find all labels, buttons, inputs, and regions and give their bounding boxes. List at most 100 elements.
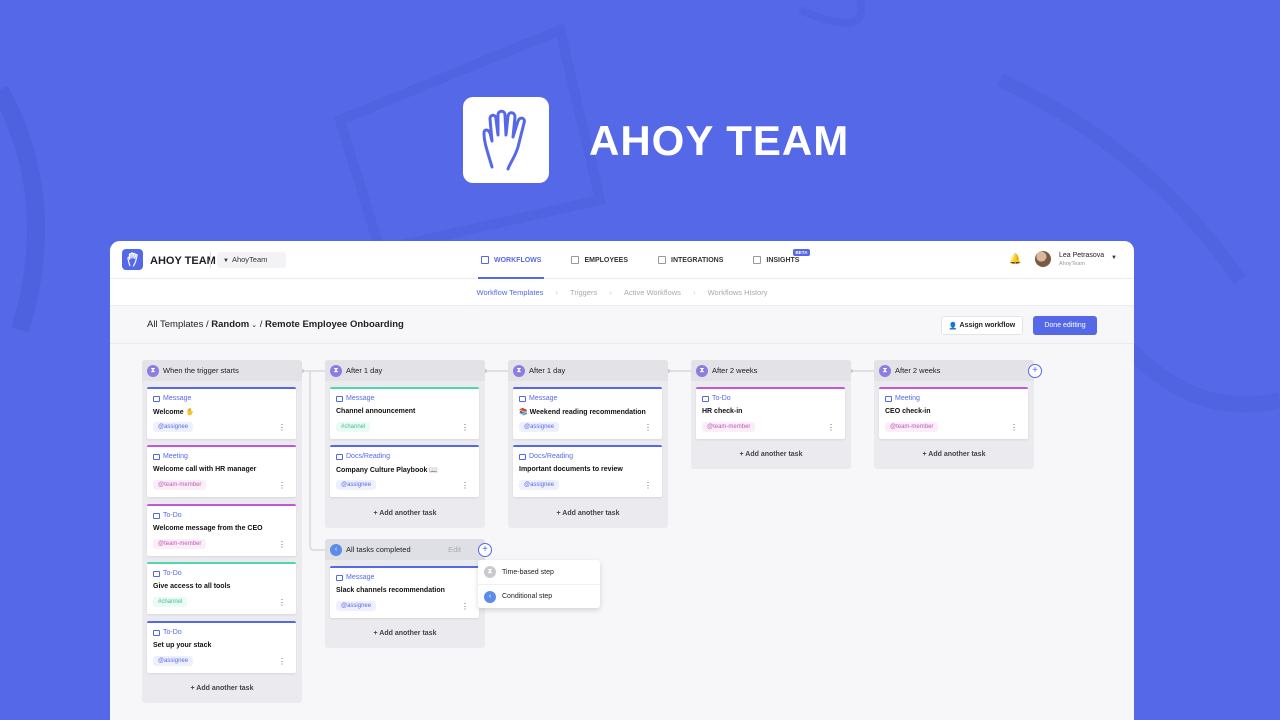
add-task-button[interactable]: + Add another task: [508, 510, 668, 517]
more-icon[interactable]: ⋮: [278, 599, 286, 607]
hourglass-icon: ⧗: [147, 364, 159, 377]
task-type-label: Message: [346, 574, 375, 581]
subnav-triggers[interactable]: Triggers: [570, 288, 597, 297]
menu-item-label: Time-based step: [502, 568, 554, 576]
assignee-tag: @assignee: [519, 480, 560, 490]
task-card[interactable]: Message 📚 Weekend reading recommendation…: [513, 387, 662, 439]
crumb-root[interactable]: All Templates: [147, 319, 203, 330]
add-task-button[interactable]: + Add another task: [325, 630, 485, 637]
task-card[interactable]: To-Do Give access to all tools #channel …: [147, 562, 296, 614]
menu-item-conditional-step[interactable]: ‹ Conditional step: [478, 584, 600, 608]
task-type-label: Message: [529, 395, 558, 402]
task-title: Important documents to review: [519, 466, 623, 473]
task-card[interactable]: Docs/Reading Company Culture Playbook 📖 …: [330, 445, 479, 497]
task-card[interactable]: To-Do HR check-in @team-member ⋮: [696, 387, 845, 439]
crumb-folder[interactable]: Random: [211, 319, 249, 330]
subnav-workflows-history[interactable]: Workflows History: [708, 288, 768, 297]
task-card[interactable]: Docs/Reading Important documents to revi…: [513, 445, 662, 497]
task-title: Slack channels recommendation: [336, 587, 445, 594]
more-icon[interactable]: ⋮: [461, 603, 469, 611]
assign-workflow-button[interactable]: 👤 Assign workflow: [941, 316, 1023, 335]
add-step-button[interactable]: +: [1028, 364, 1042, 378]
hand-logo-icon: [482, 109, 526, 171]
more-icon[interactable]: ⋮: [278, 541, 286, 549]
nav-label: INSIGHTS: [766, 256, 800, 264]
todo-icon: [153, 570, 160, 577]
hero-logo: [463, 97, 549, 183]
nav-integrations[interactable]: INTEGRATIONS: [643, 241, 738, 279]
sub-nav: Workflow Templates › Triggers › Active W…: [110, 279, 1134, 306]
assignee-tag: @assignee: [153, 656, 194, 666]
more-icon[interactable]: ⋮: [644, 424, 652, 432]
condition-icon: ‹: [484, 590, 496, 603]
more-icon[interactable]: ⋮: [461, 424, 469, 432]
task-type-label: To-Do: [163, 512, 182, 519]
task-card[interactable]: Meeting Welcome call with HR manager @te…: [147, 445, 296, 497]
assignee-tag: @team-member: [702, 422, 756, 432]
avatar[interactable]: [1035, 251, 1051, 267]
task-card[interactable]: To-Do Welcome message from the CEO @team…: [147, 504, 296, 556]
more-icon[interactable]: ⋮: [644, 482, 652, 490]
nav-employees[interactable]: EMPLOYEES: [556, 241, 643, 279]
edit-link[interactable]: Edit: [448, 545, 461, 554]
more-icon[interactable]: ⋮: [827, 424, 835, 432]
task-type: Message: [153, 395, 191, 402]
task-card[interactable]: Message Welcome ✋ @assignee ⋮: [147, 387, 296, 439]
add-task-button[interactable]: + Add another task: [142, 685, 302, 692]
task-title: Company Culture Playbook 📖: [336, 467, 439, 474]
task-type: Meeting: [153, 453, 188, 460]
nav-label: INTEGRATIONS: [671, 256, 724, 264]
task-card[interactable]: Message Slack channels recommendation @a…: [330, 566, 479, 618]
add-step-button[interactable]: +: [478, 543, 492, 557]
add-task-button[interactable]: + Add another task: [325, 510, 485, 517]
message-icon: [336, 574, 343, 581]
divider: [210, 252, 211, 268]
done-editing-button[interactable]: Done editting: [1033, 316, 1097, 335]
task-type: Docs/Reading: [336, 453, 390, 460]
subnav-workflow-templates[interactable]: Workflow Templates: [477, 288, 544, 297]
nav-label: WORKFLOWS: [494, 256, 542, 264]
task-card[interactable]: To-Do Set up your stack @assignee ⋮: [147, 621, 296, 673]
nav-insights[interactable]: INSIGHTS BETA: [738, 241, 814, 279]
task-card[interactable]: Message Channel announcement #channel ⋮: [330, 387, 479, 439]
task-type-label: Meeting: [163, 453, 188, 460]
app-logo-icon[interactable]: [122, 249, 143, 270]
task-card[interactable]: Meeting CEO check-in @team-member ⋮: [879, 387, 1028, 439]
more-icon[interactable]: ⋮: [278, 482, 286, 490]
add-task-button[interactable]: + Add another task: [874, 451, 1034, 458]
user-org: AhoyTeam: [1059, 261, 1085, 267]
more-icon[interactable]: ⋮: [278, 658, 286, 666]
task-title: Welcome ✋: [153, 409, 195, 416]
condition-icon: ‹: [330, 543, 342, 556]
team-select[interactable]: ▼ AhoyTeam: [217, 252, 286, 268]
top-bar: AHOY TEAM ▼ AhoyTeam WORKFLOWS EMPLOYEES …: [110, 241, 1134, 279]
column-title: After 2 weeks: [895, 366, 941, 375]
workflow-icon: [481, 256, 489, 264]
column-title: When the trigger starts: [163, 366, 239, 375]
hourglass-icon: ⧗: [484, 566, 496, 578]
task-type: To-Do: [153, 512, 182, 519]
more-icon[interactable]: ⋮: [1010, 424, 1018, 432]
menu-item-time-based-step[interactable]: ⧗ Time-based step: [478, 560, 600, 584]
column-title: All tasks completed: [346, 545, 411, 554]
subnav-active-workflows[interactable]: Active Workflows: [624, 288, 681, 297]
task-type-label: Meeting: [895, 395, 920, 402]
user-menu-chevron-icon[interactable]: ▼: [1111, 255, 1117, 261]
assignee-tag: #channel: [153, 597, 188, 607]
column-header: ⧗ After 1 day: [325, 360, 485, 381]
add-task-button[interactable]: + Add another task: [691, 451, 851, 458]
more-icon[interactable]: ⋮: [461, 482, 469, 490]
task-title: CEO check-in: [885, 408, 931, 415]
assignee-tag: @team-member: [153, 480, 207, 490]
todo-icon: [702, 395, 709, 402]
column-header: ⧗ After 1 day: [508, 360, 668, 381]
task-type-label: Docs/Reading: [529, 453, 573, 460]
main-nav: WORKFLOWS EMPLOYEES INTEGRATIONS INSIGHT…: [466, 241, 814, 279]
bell-icon[interactable]: 🔔: [1009, 254, 1021, 265]
menu-item-label: Conditional step: [502, 593, 553, 600]
chevron-down-icon[interactable]: ⌄: [249, 322, 257, 329]
insights-icon: [753, 256, 762, 264]
more-icon[interactable]: ⋮: [278, 424, 286, 432]
workflow-column: ⧗ After 2 weeks To-Do HR check-in @team-m…: [691, 360, 851, 469]
nav-workflows[interactable]: WORKFLOWS: [466, 241, 556, 279]
